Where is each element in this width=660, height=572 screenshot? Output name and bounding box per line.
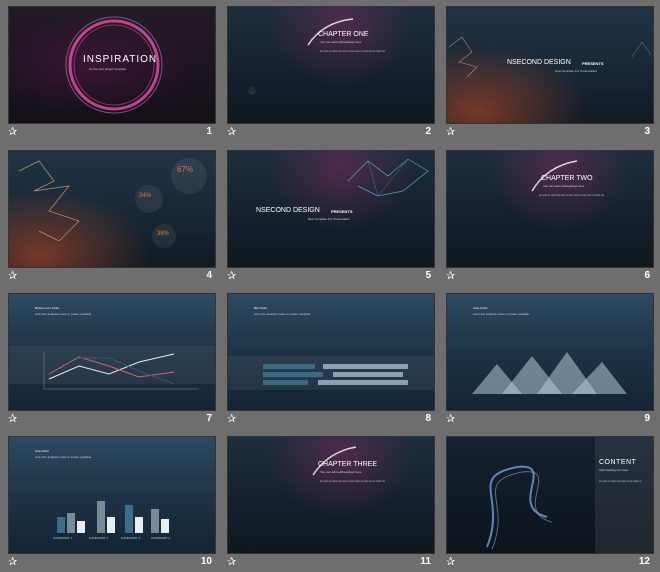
stat-value: 38% bbox=[157, 231, 170, 237]
slide-transition-star-icon[interactable]: ✰ bbox=[227, 556, 236, 568]
slide-thumbnail-8[interactable]: Bar Chart enter the analysis notes or po… bbox=[227, 293, 435, 411]
slide-1-cell: INSPIRATION for the next project templat… bbox=[8, 6, 218, 142]
slide-5-cell: NSECOND DESIGN PRESENTS New Template For… bbox=[227, 150, 437, 286]
slide-12-cell: CONTENT Add heading text here ▪▪▪ ▪▪▪▪ ▪… bbox=[446, 436, 656, 572]
bar bbox=[263, 372, 323, 377]
slide-number: 1 bbox=[206, 126, 212, 137]
slide-subtitle: Add heading text here bbox=[599, 468, 629, 472]
slide-title: CHAPTER ONE bbox=[318, 31, 369, 38]
category-label: CATEGORY 4 bbox=[151, 536, 171, 540]
slide-thumbnail-6[interactable]: CHAPTER TWO You can add subheadings here… bbox=[446, 150, 654, 268]
bokeh-dot bbox=[248, 87, 256, 95]
slide-thumbnail-10[interactable]: Line Chart enter the analysis notes or p… bbox=[8, 436, 216, 554]
slide-9-cell: Area Chart enter the analysis notes or p… bbox=[446, 293, 656, 429]
slide-thumbnail-1[interactable]: INSPIRATION for the next project templat… bbox=[8, 6, 216, 124]
slide-thumbnail-2[interactable]: CHAPTER ONE You can add subheadings here… bbox=[227, 6, 435, 124]
slide-thumbnail-9[interactable]: Area Chart enter the analysis notes or p… bbox=[446, 293, 654, 411]
slide-transition-star-icon[interactable]: ✰ bbox=[227, 270, 236, 282]
slide-4-cell: 67% 34% 38% ✰ 4 bbox=[8, 150, 218, 286]
category-label: CATEGORY 2 bbox=[89, 536, 109, 540]
bar bbox=[323, 364, 408, 369]
slide-thumbnail-11[interactable]: CHAPTER THREE You can add subheadings he… bbox=[227, 436, 435, 554]
slide-6-cell: CHAPTER TWO You can add subheadings here… bbox=[446, 150, 656, 286]
slide-transition-star-icon[interactable]: ✰ bbox=[446, 126, 455, 138]
slide-10-cell: Line Chart enter the analysis notes or p… bbox=[8, 436, 218, 572]
series-line-teal bbox=[79, 357, 175, 385]
slide-number: 2 bbox=[425, 126, 431, 137]
column-chart bbox=[57, 501, 169, 533]
slide-transition-star-icon[interactable]: ✰ bbox=[8, 270, 17, 282]
slide-thumbnail-5[interactable]: NSECOND DESIGN PRESENTS New Template For… bbox=[227, 150, 435, 268]
slide-title: NSECOND DESIGN bbox=[256, 207, 320, 214]
slide-title-suffix: PRESENTS bbox=[582, 61, 604, 66]
slide-subtitle: for the next project template bbox=[89, 67, 127, 71]
broken-line-chart bbox=[43, 352, 199, 390]
comet-graphic bbox=[307, 18, 354, 46]
bar bbox=[263, 364, 315, 369]
bar bbox=[318, 380, 408, 385]
slide-title-suffix: PRESENTS bbox=[331, 209, 353, 214]
slide-transition-star-icon[interactable]: ✰ bbox=[8, 126, 17, 138]
slide-8-cell: Bar Chart enter the analysis notes or po… bbox=[227, 293, 437, 429]
slide-transition-star-icon[interactable]: ✰ bbox=[446, 270, 455, 282]
comet-graphic bbox=[312, 446, 357, 476]
slide-thumbnail-3[interactable]: NSECOND DESIGN PRESENTS New Template For… bbox=[446, 6, 654, 124]
slide-thumbnail-4[interactable]: 67% 34% 38% bbox=[8, 150, 216, 268]
slide-thumbnail-12[interactable]: CONTENT Add heading text here ▪▪▪ ▪▪▪▪ ▪… bbox=[446, 436, 654, 554]
slide-number: 7 bbox=[206, 413, 212, 424]
body-text-placeholder: ▪▪▪ ▪▪▪▪ ▪▪ ▪▪▪▪▪ ▪▪▪ ▪▪▪▪ ▪▪ ▪▪▪ ▪▪▪▪▪ … bbox=[599, 479, 642, 483]
content-side-panel bbox=[595, 437, 653, 553]
slide-title: INSPIRATION bbox=[83, 54, 158, 65]
slide-7-cell: Broken Line Chart enter the analysis not… bbox=[8, 293, 218, 429]
slide-title: CONTENT bbox=[599, 459, 637, 466]
stat-value: 34% bbox=[139, 193, 152, 199]
bar bbox=[263, 380, 308, 385]
slide-title: CHAPTER THREE bbox=[318, 461, 377, 468]
slide-subtitle: New Template For Presentation bbox=[308, 217, 350, 221]
body-text-placeholder: ▪▪▪ ▪▪▪▪ ▪▪ ▪▪▪▪▪ ▪▪▪ ▪▪▪▪ ▪▪ ▪▪▪ ▪▪▪▪▪ … bbox=[320, 479, 385, 483]
slide-subtitle: You can add subheadings here bbox=[543, 184, 585, 188]
slide-3-cell: NSECOND DESIGN PRESENTS New Template For… bbox=[446, 6, 656, 142]
slide-title: CHAPTER TWO bbox=[541, 175, 593, 182]
area-triangle-chart bbox=[472, 352, 627, 394]
slide-transition-star-icon[interactable]: ✰ bbox=[446, 556, 455, 568]
slide-transition-star-icon[interactable]: ✰ bbox=[446, 413, 455, 425]
slide-title: NSECOND DESIGN bbox=[507, 59, 571, 66]
body-text-placeholder: ▪▪▪ ▪▪▪▪ ▪▪ ▪▪▪▪▪ ▪▪▪ ▪▪▪▪ ▪▪ ▪▪▪ ▪▪▪▪▪ … bbox=[320, 49, 385, 53]
slide-number: 11 bbox=[420, 556, 431, 567]
body-text-placeholder: ▪▪▪ ▪▪▪▪ ▪▪ ▪▪▪▪▪ ▪▪▪ ▪▪▪▪ ▪▪ ▪▪▪ ▪▪▪▪▪ … bbox=[539, 193, 604, 197]
category-label: CATEGORY 3 bbox=[121, 536, 141, 540]
slide-transition-star-icon[interactable]: ✰ bbox=[8, 556, 17, 568]
slide-subtitle: New Template For Presentation bbox=[555, 69, 597, 73]
slide-number: 8 bbox=[425, 413, 431, 424]
series-line-red bbox=[48, 356, 175, 378]
slide-number: 3 bbox=[644, 126, 650, 137]
glow-ring-graphic bbox=[65, 16, 163, 114]
slide-transition-star-icon[interactable]: ✰ bbox=[8, 413, 17, 425]
slide-11-cell: CHAPTER THREE You can add subheadings he… bbox=[227, 436, 437, 572]
slide-subtitle: You can add subheadings here bbox=[320, 40, 362, 44]
slide-2-cell: CHAPTER ONE You can add subheadings here… bbox=[227, 6, 437, 142]
stat-value: 67% bbox=[177, 165, 194, 174]
horizontal-bar-chart bbox=[263, 364, 408, 385]
comet-graphic bbox=[531, 160, 578, 192]
slide-number: 10 bbox=[200, 556, 212, 567]
slide-number: 12 bbox=[638, 556, 650, 567]
slide-subtitle: You can add subheadings here bbox=[320, 470, 362, 474]
bar bbox=[333, 372, 403, 377]
slide-thumbnail-7[interactable]: Broken Line Chart enter the analysis not… bbox=[8, 293, 216, 411]
slide-transition-star-icon[interactable]: ✰ bbox=[227, 413, 236, 425]
slide-number: 4 bbox=[206, 270, 212, 281]
category-label: CATEGORY 1 bbox=[53, 536, 73, 540]
slide-number: 9 bbox=[644, 413, 650, 424]
slide-number: 5 bbox=[425, 270, 431, 281]
slide-transition-star-icon[interactable]: ✰ bbox=[227, 126, 236, 138]
slide-number: 6 bbox=[644, 270, 650, 281]
